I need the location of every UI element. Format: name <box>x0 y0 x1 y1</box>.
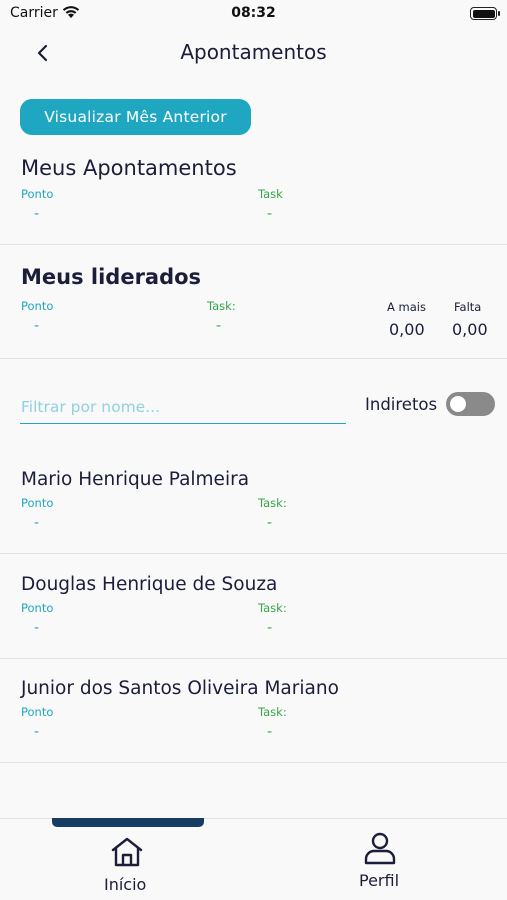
page-title: Apontamentos <box>180 40 327 64</box>
divider <box>0 658 507 659</box>
person-ponto-label: Ponto <box>21 496 54 510</box>
person-task-value: - <box>267 620 273 636</box>
divider <box>0 358 507 359</box>
tab-bar: Início Perfil <box>0 818 507 900</box>
led-task-label: Task: <box>207 299 236 313</box>
divider <box>0 762 507 763</box>
led-title: Meus liderados <box>21 265 202 289</box>
divider <box>0 244 507 245</box>
my-task-label: Task <box>258 187 283 201</box>
tab-inicio-label: Início <box>104 875 147 894</box>
tab-inicio[interactable]: Início <box>0 819 253 900</box>
person-name[interactable]: Douglas Henrique de Souza <box>21 574 277 595</box>
user-icon <box>364 832 396 865</box>
my-task-value: - <box>267 206 273 222</box>
indirect-toggle[interactable] <box>446 392 495 416</box>
person-name[interactable]: Junior dos Santos Oliveira Mariano <box>21 678 339 699</box>
tab-perfil[interactable]: Perfil <box>253 819 506 900</box>
my-ponto-label: Ponto <box>21 187 54 201</box>
person-name[interactable]: Mario Henrique Palmeira <box>21 469 249 490</box>
person-ponto-value: - <box>34 620 40 636</box>
tab-perfil-label: Perfil <box>359 871 400 890</box>
battery-icon <box>470 7 500 20</box>
person-task-label: Task: <box>258 705 287 719</box>
name-filter-input[interactable] <box>20 390 346 424</box>
missing-hours-label: Falta <box>454 300 482 314</box>
divider <box>0 553 507 554</box>
person-task-label: Task: <box>258 601 287 615</box>
toggle-knob <box>450 396 466 412</box>
person-ponto-label: Ponto <box>21 705 54 719</box>
my-entries-title: Meus Apontamentos <box>21 156 237 180</box>
led-ponto-value: - <box>34 318 40 334</box>
person-task-value: - <box>267 724 273 740</box>
my-ponto-value: - <box>34 206 40 222</box>
person-task-label: Task: <box>258 496 287 510</box>
person-task-value: - <box>267 515 273 531</box>
extra-hours-label: A mais <box>387 300 426 314</box>
clock: 08:32 <box>231 5 276 21</box>
status-bar: Carrier 08:32 <box>0 0 507 30</box>
person-ponto-value: - <box>34 724 40 740</box>
person-ponto-value: - <box>34 515 40 531</box>
nav-header: Apontamentos <box>0 32 507 76</box>
missing-hours-value: 0,00 <box>452 320 488 339</box>
home-icon <box>111 837 143 867</box>
previous-month-button[interactable]: Visualizar Mês Anterior <box>20 99 251 135</box>
led-ponto-label: Ponto <box>21 299 54 313</box>
indirect-toggle-label: Indiretos <box>365 395 438 414</box>
led-task-value: - <box>216 318 222 334</box>
extra-hours-value: 0,00 <box>389 320 425 339</box>
person-ponto-label: Ponto <box>21 601 54 615</box>
